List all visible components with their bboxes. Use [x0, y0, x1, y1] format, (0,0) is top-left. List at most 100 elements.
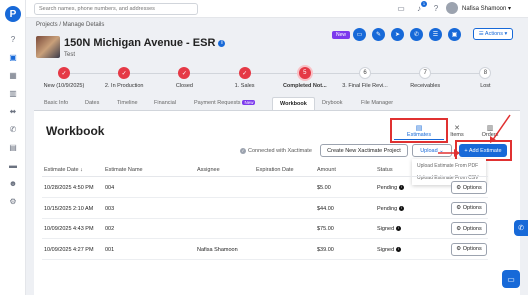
step-circle[interactable]: 8: [479, 67, 492, 79]
info-icon[interactable]: i: [218, 39, 226, 47]
global-search-input[interactable]: [34, 3, 198, 15]
step-label: 2. In Production: [104, 83, 144, 89]
cell-status: Signed i: [377, 246, 402, 253]
tab-timeline[interactable]: Timeline: [117, 100, 138, 106]
step-label: New (10/9/2025): [43, 83, 85, 89]
page-title: 150N Michigan Avenue - ESR i: [64, 37, 226, 49]
tab-workbook[interactable]: Workbook: [272, 97, 315, 110]
briefcase-icon[interactable]: ▣: [8, 52, 18, 62]
step-label: Receivables: [410, 83, 441, 89]
truck-icon[interactable]: ▬: [8, 160, 18, 170]
options-button[interactable]: ⚙ Options: [451, 242, 487, 256]
menu-item-upload-pdf[interactable]: Upload Estimate From PDF: [417, 163, 478, 169]
chat-bubble-icon[interactable]: ▭: [396, 4, 406, 14]
column-header-name: Estimate Name: [105, 167, 143, 173]
cell-name: 003: [105, 205, 115, 212]
step-circle[interactable]: 6: [359, 67, 371, 79]
cell-amount: $44.00: [317, 205, 334, 212]
workbook-panel: Workbook ▤ Estimates ✕ Items ▥ Orders ✓ Conn…: [34, 110, 520, 295]
step-circle[interactable]: 7: [419, 67, 432, 79]
table-row[interactable]: 10/28/2025 4:50 PM 004 $5.00 Pending i ⚙ Opti…: [42, 178, 488, 198]
save-icon[interactable]: ▣: [448, 28, 461, 41]
table-row[interactable]: 10/09/2025 4:43 PM 002 $75.00 Signed i ⚙ Opti…: [42, 219, 488, 239]
sort-arrow-icon[interactable]: ↓: [80, 167, 83, 173]
create-xactimate-project-button[interactable]: Create New Xactimate Project: [320, 144, 408, 157]
table-row[interactable]: 10/15/2025 2:10 AM 003 $44.00 Pending i ⚙ Opt…: [42, 199, 488, 219]
step-label: 1. Sales: [234, 83, 255, 89]
book-icon[interactable]: ▥: [8, 88, 18, 98]
cell-date: 10/28/2025 4:50 PM: [44, 185, 94, 191]
gear-icon[interactable]: ⚙: [8, 196, 18, 206]
cell-name: 004: [105, 185, 115, 191]
phone-widget-icon[interactable]: ✆: [514, 220, 528, 236]
cell-assignee: Nafisa Shamoon: [197, 246, 238, 253]
users-icon[interactable]: ☻: [8, 178, 18, 188]
phone-icon[interactable]: ✆: [8, 124, 18, 134]
help-icon[interactable]: ?: [8, 34, 18, 44]
send-icon[interactable]: ➤: [391, 28, 404, 41]
cell-amount: $5.00: [317, 185, 331, 191]
info-icon[interactable]: i: [399, 205, 405, 211]
options-button[interactable]: ⚙ Options: [451, 222, 487, 235]
tab-payment-requests[interactable]: Payment Requests New: [194, 100, 256, 106]
bell-icon[interactable]: ♪ 1: [414, 1, 427, 14]
step-circle[interactable]: 5: [298, 67, 311, 79]
column-header-status: Status: [377, 167, 393, 173]
options-button[interactable]: ⚙ Options: [451, 181, 487, 194]
step-label: Lost: [480, 83, 491, 89]
tab-dates[interactable]: Dates: [85, 100, 99, 106]
actions-button[interactable]: ☰ Actions ▾: [473, 28, 513, 40]
cell-status: Pending i: [377, 185, 405, 191]
column-header-date[interactable]: Estimate Date ↓: [44, 167, 83, 173]
status-text: Signed: [377, 226, 395, 232]
project-subtitle: Test: [64, 52, 76, 58]
chat-widget-icon[interactable]: ▭: [502, 270, 520, 288]
user-menu[interactable]: Nafisa Shamoon ▾: [462, 5, 511, 12]
document-icon[interactable]: ▤: [8, 142, 18, 152]
info-icon[interactable]: i: [396, 246, 402, 252]
calendar-icon[interactable]: ▦: [8, 70, 18, 80]
table-row[interactable]: 10/09/2025 4:27 PM 001 Nafisa Shamoon $39.0…: [42, 240, 488, 260]
tab-drybook[interactable]: Drybook: [322, 100, 342, 106]
phone-call-icon[interactable]: ✆: [410, 28, 423, 41]
new-badge: New: [242, 100, 256, 105]
xactimate-status: ✓ Connected with Xactimate: [240, 148, 312, 154]
avatar[interactable]: [446, 2, 458, 14]
handshake-icon[interactable]: ⬌: [8, 106, 18, 116]
step-label: Closed: [175, 83, 193, 89]
cell-date: 10/15/2025 2:10 AM: [44, 205, 94, 212]
notification-badge: 1: [421, 1, 427, 7]
column-header-assignee: Assignee: [197, 167, 220, 173]
cell-status: Signed i: [377, 226, 402, 232]
new-badge: New: [332, 31, 351, 39]
status-text: Signed: [377, 246, 395, 253]
cell-name: 001: [105, 246, 115, 253]
step-circle[interactable]: ✓: [58, 67, 70, 79]
app-logo[interactable]: P: [5, 6, 21, 22]
left-sidebar: P ? ▣ ▦ ▥ ⬌ ✆ ▤ ▬ ☻ ⚙: [0, 0, 26, 295]
status-text: Pending: [377, 205, 398, 212]
cell-amount: $39.00: [317, 246, 334, 253]
column-header-amount: Amount: [317, 167, 336, 173]
tab-file-manager[interactable]: File Manager: [361, 100, 393, 106]
column-header-expiration: Expiration Date: [256, 167, 294, 173]
tab-financial[interactable]: Financial: [154, 100, 176, 106]
step-circle[interactable]: ✓: [118, 67, 131, 79]
cell-status: Pending i: [377, 205, 405, 212]
message-icon[interactable]: ▭: [353, 28, 366, 41]
edit-icon[interactable]: ✎: [372, 28, 385, 41]
step-circle[interactable]: ✓: [238, 67, 251, 79]
check-circle-icon: ✓: [240, 148, 246, 154]
info-icon[interactable]: i: [396, 226, 402, 232]
header-divider: [42, 176, 488, 177]
list-icon[interactable]: ☰: [429, 28, 442, 41]
cell-amount: $75.00: [317, 226, 334, 232]
tab-basic-info[interactable]: Basic Info: [44, 100, 68, 106]
project-thumbnail: [36, 36, 60, 58]
cell-name: 002: [105, 226, 115, 232]
help-circle-icon[interactable]: ?: [431, 4, 441, 14]
info-icon[interactable]: i: [399, 185, 405, 191]
step-circle[interactable]: ✓: [178, 67, 191, 79]
step-label: 3. Final File Revi...: [342, 83, 388, 89]
options-button[interactable]: ⚙ Options: [451, 201, 487, 215]
